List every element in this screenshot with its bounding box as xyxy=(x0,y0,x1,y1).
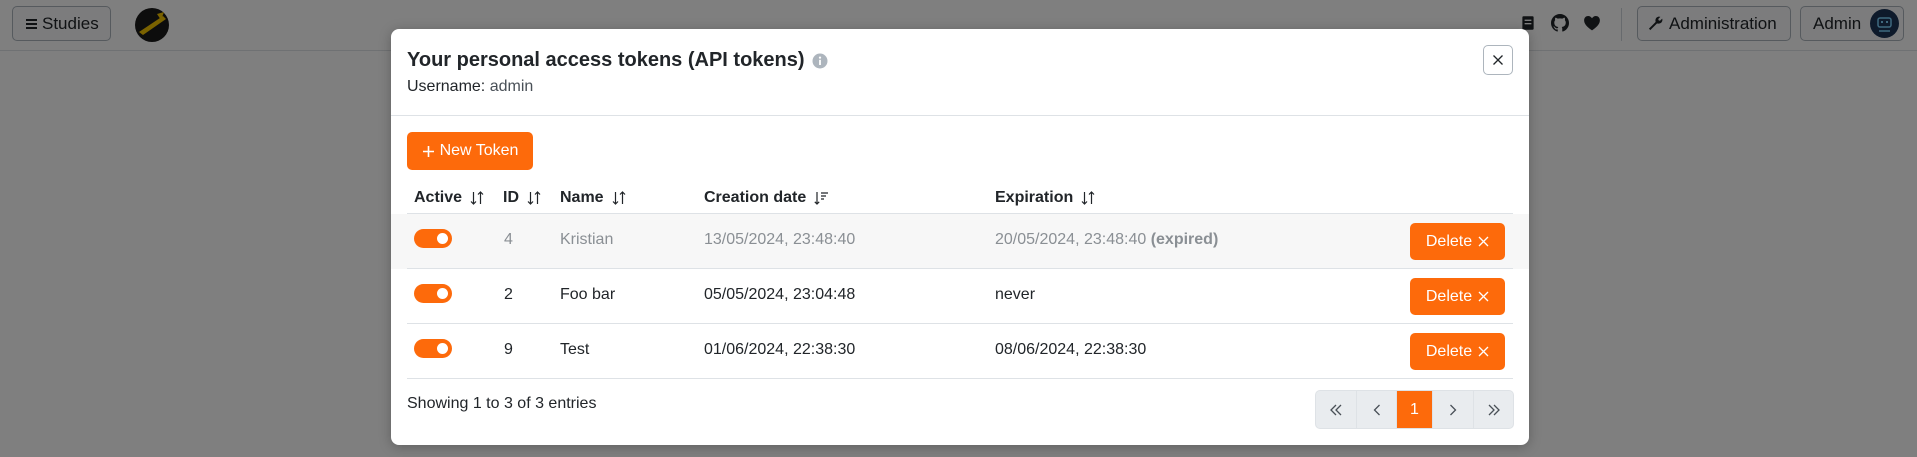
close-icon xyxy=(1478,346,1489,357)
column-header-expiration[interactable]: Expiration xyxy=(995,189,1096,207)
column-header-name[interactable]: Name xyxy=(560,189,627,207)
close-icon xyxy=(1478,291,1489,302)
column-header-id[interactable]: ID xyxy=(503,189,542,207)
previous-page-button[interactable] xyxy=(1357,391,1397,428)
delete-button[interactable]: Delete xyxy=(1410,333,1505,370)
creation-date-cell: 05/05/2024, 23:04:48 xyxy=(704,286,856,303)
id-cell: 2 xyxy=(504,286,513,303)
sort-icon xyxy=(1081,191,1095,205)
creation-date-cell: 01/06/2024, 22:38:30 xyxy=(704,341,856,358)
username-line: Username: admin xyxy=(407,78,533,96)
table-row: 2 Foo bar 05/05/2024, 23:04:48 never Del… xyxy=(391,269,1529,324)
column-header-active-label: Active xyxy=(414,189,463,206)
column-header-creation-date[interactable]: Creation date xyxy=(704,189,829,207)
page-1-button[interactable]: 1 xyxy=(1397,391,1433,428)
next-page-button[interactable] xyxy=(1433,391,1474,428)
close-icon xyxy=(1493,55,1503,65)
modal-header: Your personal access tokens (API tokens)… xyxy=(391,29,1529,116)
delete-button[interactable]: Delete xyxy=(1410,278,1505,315)
name-cell: Test xyxy=(560,341,590,358)
column-header-expiration-label: Expiration xyxy=(995,189,1074,206)
modal-title-text: Your personal access tokens (API tokens) xyxy=(407,49,805,71)
column-header-id-label: ID xyxy=(503,189,519,206)
delete-label: Delete xyxy=(1425,287,1473,305)
new-token-label: New Token xyxy=(439,142,519,159)
column-header-active[interactable]: Active xyxy=(414,189,485,207)
delete-label: Delete xyxy=(1425,232,1473,250)
entries-info: Showing 1 to 3 of 3 entries xyxy=(407,395,597,412)
first-page-button[interactable] xyxy=(1316,391,1357,428)
api-tokens-modal: Your personal access tokens (API tokens)… xyxy=(391,29,1529,445)
active-toggle[interactable] xyxy=(414,229,452,248)
close-icon xyxy=(1478,236,1489,247)
table-row: 4 Kristian 13/05/2024, 23:48:40 20/05/20… xyxy=(391,214,1529,269)
new-token-button[interactable]: New Token xyxy=(407,132,533,170)
table-bottom-divider xyxy=(407,378,1513,379)
double-chevron-right-icon xyxy=(1488,404,1500,415)
expiration-value: 20/05/2024, 23:48:40 xyxy=(995,231,1147,248)
delete-button[interactable]: Delete xyxy=(1410,223,1505,260)
id-cell: 4 xyxy=(504,231,513,248)
username-label: Username: xyxy=(407,78,486,95)
close-button[interactable] xyxy=(1483,45,1513,75)
pagination: 1 xyxy=(1315,390,1514,429)
chevron-right-icon xyxy=(1450,404,1457,415)
table-row: 9 Test 01/06/2024, 22:38:30 08/06/2024, … xyxy=(391,324,1529,379)
sort-icon xyxy=(612,191,626,205)
column-header-creation-label: Creation date xyxy=(704,189,807,206)
active-toggle[interactable] xyxy=(414,284,452,303)
expiration-cell: 20/05/2024, 23:48:40 (expired) xyxy=(995,231,1218,249)
sort-icon xyxy=(470,191,484,205)
modal-title: Your personal access tokens (API tokens) xyxy=(407,49,828,72)
expiration-cell: never xyxy=(995,286,1036,303)
chevron-left-icon xyxy=(1373,404,1380,415)
double-chevron-left-icon xyxy=(1330,404,1342,415)
plus-icon xyxy=(422,145,434,157)
name-cell: Foo bar xyxy=(560,286,616,303)
delete-label: Delete xyxy=(1425,342,1473,360)
id-cell: 9 xyxy=(504,341,513,358)
creation-date-cell: 13/05/2024, 23:48:40 xyxy=(704,231,856,248)
username-value: admin xyxy=(489,78,534,95)
last-page-button[interactable] xyxy=(1474,391,1513,428)
expiration-cell: 08/06/2024, 22:38:30 xyxy=(995,341,1147,358)
column-header-name-label: Name xyxy=(560,189,604,206)
sort-descending-icon xyxy=(814,192,829,205)
name-cell: Kristian xyxy=(560,231,614,248)
sort-icon xyxy=(527,191,541,205)
active-toggle[interactable] xyxy=(414,339,452,358)
expired-badge: (expired) xyxy=(1150,231,1219,248)
info-icon[interactable] xyxy=(812,53,828,69)
